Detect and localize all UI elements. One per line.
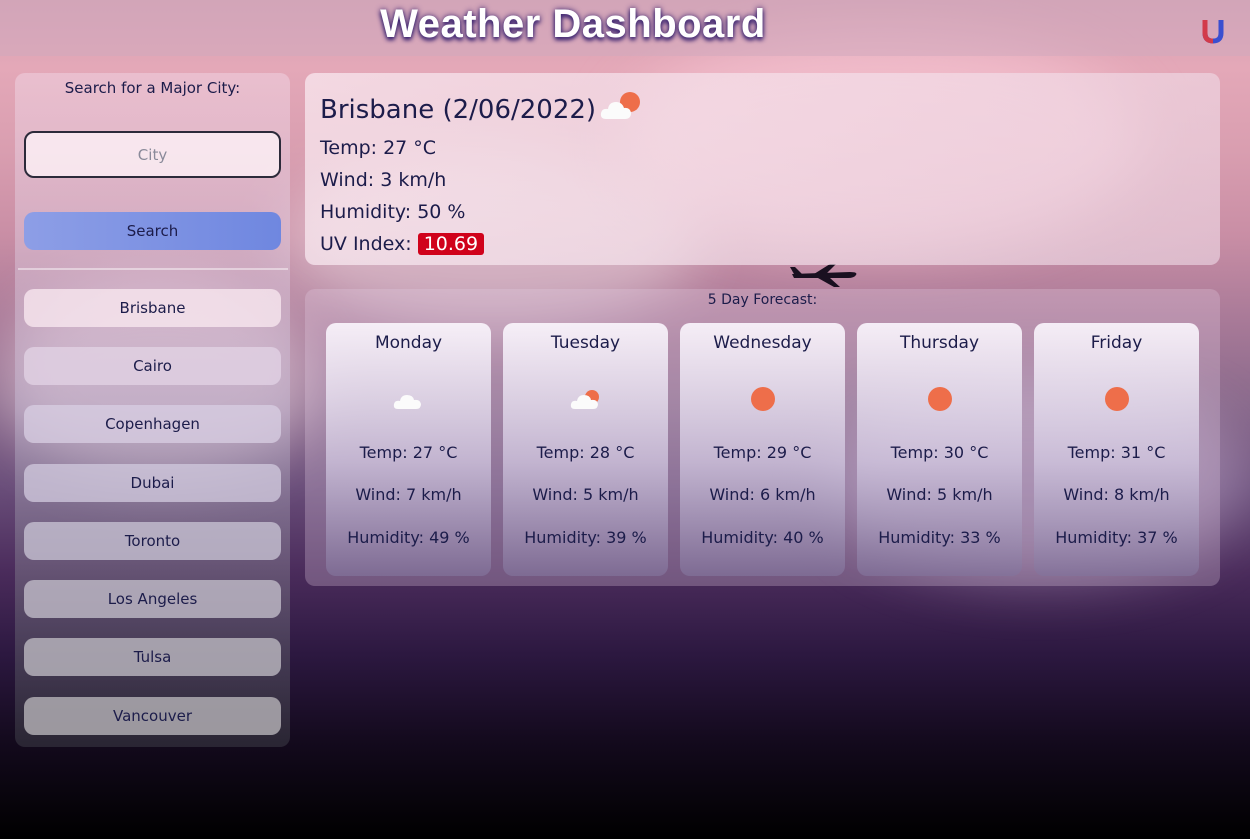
city-button-brisbane[interactable]: Brisbane [24,289,281,327]
current-temp: Temp: 27 °C [320,137,437,159]
forecast-card-monday: Monday Temp: 27 °C Wind: 7 km/h Humidity… [326,323,491,576]
city-search-input[interactable] [24,131,281,178]
forecast-day: Monday [374,333,443,353]
city-button-cairo[interactable]: Cairo [24,347,281,385]
forecast-card-tuesday: Tuesday Temp: 28 °C Wind: 5 km/h Humidit… [503,323,668,576]
sun-icon [928,387,952,411]
forecast-card-wednesday: Wednesday Temp: 29 °C Wind: 6 km/h Humid… [680,323,845,576]
forecast-card-friday: Friday Temp: 31 °C Wind: 8 km/h Humidity… [1034,323,1199,576]
sidebar: Search for a Major City: Search Brisbane… [15,73,290,747]
forecast-card-thursday: Thursday Temp: 30 °C Wind: 5 km/h Humidi… [857,323,1022,576]
forecast-day: Friday [1090,333,1143,353]
top-bar: Weather Dashboard [0,0,1250,56]
current-wind: Wind: 3 km/h [320,169,447,191]
forecast-temp: Temp: 30 °C [890,443,989,462]
forecast-day: Tuesday [550,333,621,353]
current-city-date: Brisbane (2/06/2022) [320,95,597,125]
city-button-vancouver[interactable]: Vancouver [24,697,281,735]
sun-icon [751,387,775,411]
forecast-wind: Wind: 6 km/h [709,485,816,504]
search-label: Search for a Major City: [64,79,241,97]
uv-label: UV Index: [320,233,412,255]
forecast-wind: Wind: 5 km/h [886,485,993,504]
forecast-wind: Wind: 7 km/h [355,485,462,504]
sun-icon [1105,387,1129,411]
search-button[interactable]: Search [24,212,281,250]
forecast-temp: Temp: 29 °C [713,443,812,462]
forecast-humidity: Humidity: 37 % [1055,528,1178,547]
city-button-los-angeles[interactable]: Los Angeles [24,580,281,618]
city-button-dubai[interactable]: Dubai [24,464,281,502]
uv-index-badge: 10.69 [417,233,485,255]
city-button-copenhagen[interactable]: Copenhagen [24,405,281,443]
forecast-wind: Wind: 8 km/h [1063,485,1170,504]
forecast-temp: Temp: 27 °C [359,443,458,462]
cloud-icon [393,395,421,409]
forecast-temp: Temp: 28 °C [536,443,635,462]
forecast-label: 5 Day Forecast: [707,292,818,308]
forecast-temp: Temp: 31 °C [1067,443,1166,462]
partly-cloudy-icon [570,390,599,409]
forecast-humidity: Humidity: 33 % [878,528,1001,547]
forecast-panel: 5 Day Forecast: Monday Temp: 27 °C Wind:… [305,289,1220,586]
sidebar-divider [18,268,288,270]
forecast-day: Wednesday [713,333,812,353]
current-humidity: Humidity: 50 % [320,201,466,223]
current-uv: UV Index: 10.69 [320,233,485,255]
current-weather-panel: Brisbane (2/06/2022) Temp: 27 °C Wind: 3… [305,73,1220,265]
forecast-humidity: Humidity: 40 % [701,528,824,547]
forecast-wind: Wind: 5 km/h [532,485,639,504]
magnet-icon [1202,20,1224,44]
partly-cloudy-icon [600,92,640,119]
forecast-humidity: Humidity: 39 % [524,528,647,547]
airplane-icon [790,264,857,287]
city-button-toronto[interactable]: Toronto [24,522,281,560]
forecast-day: Thursday [899,333,980,353]
page-title: Weather Dashboard [380,2,766,46]
forecast-humidity: Humidity: 49 % [347,528,470,547]
city-button-tulsa[interactable]: Tulsa [24,638,281,676]
